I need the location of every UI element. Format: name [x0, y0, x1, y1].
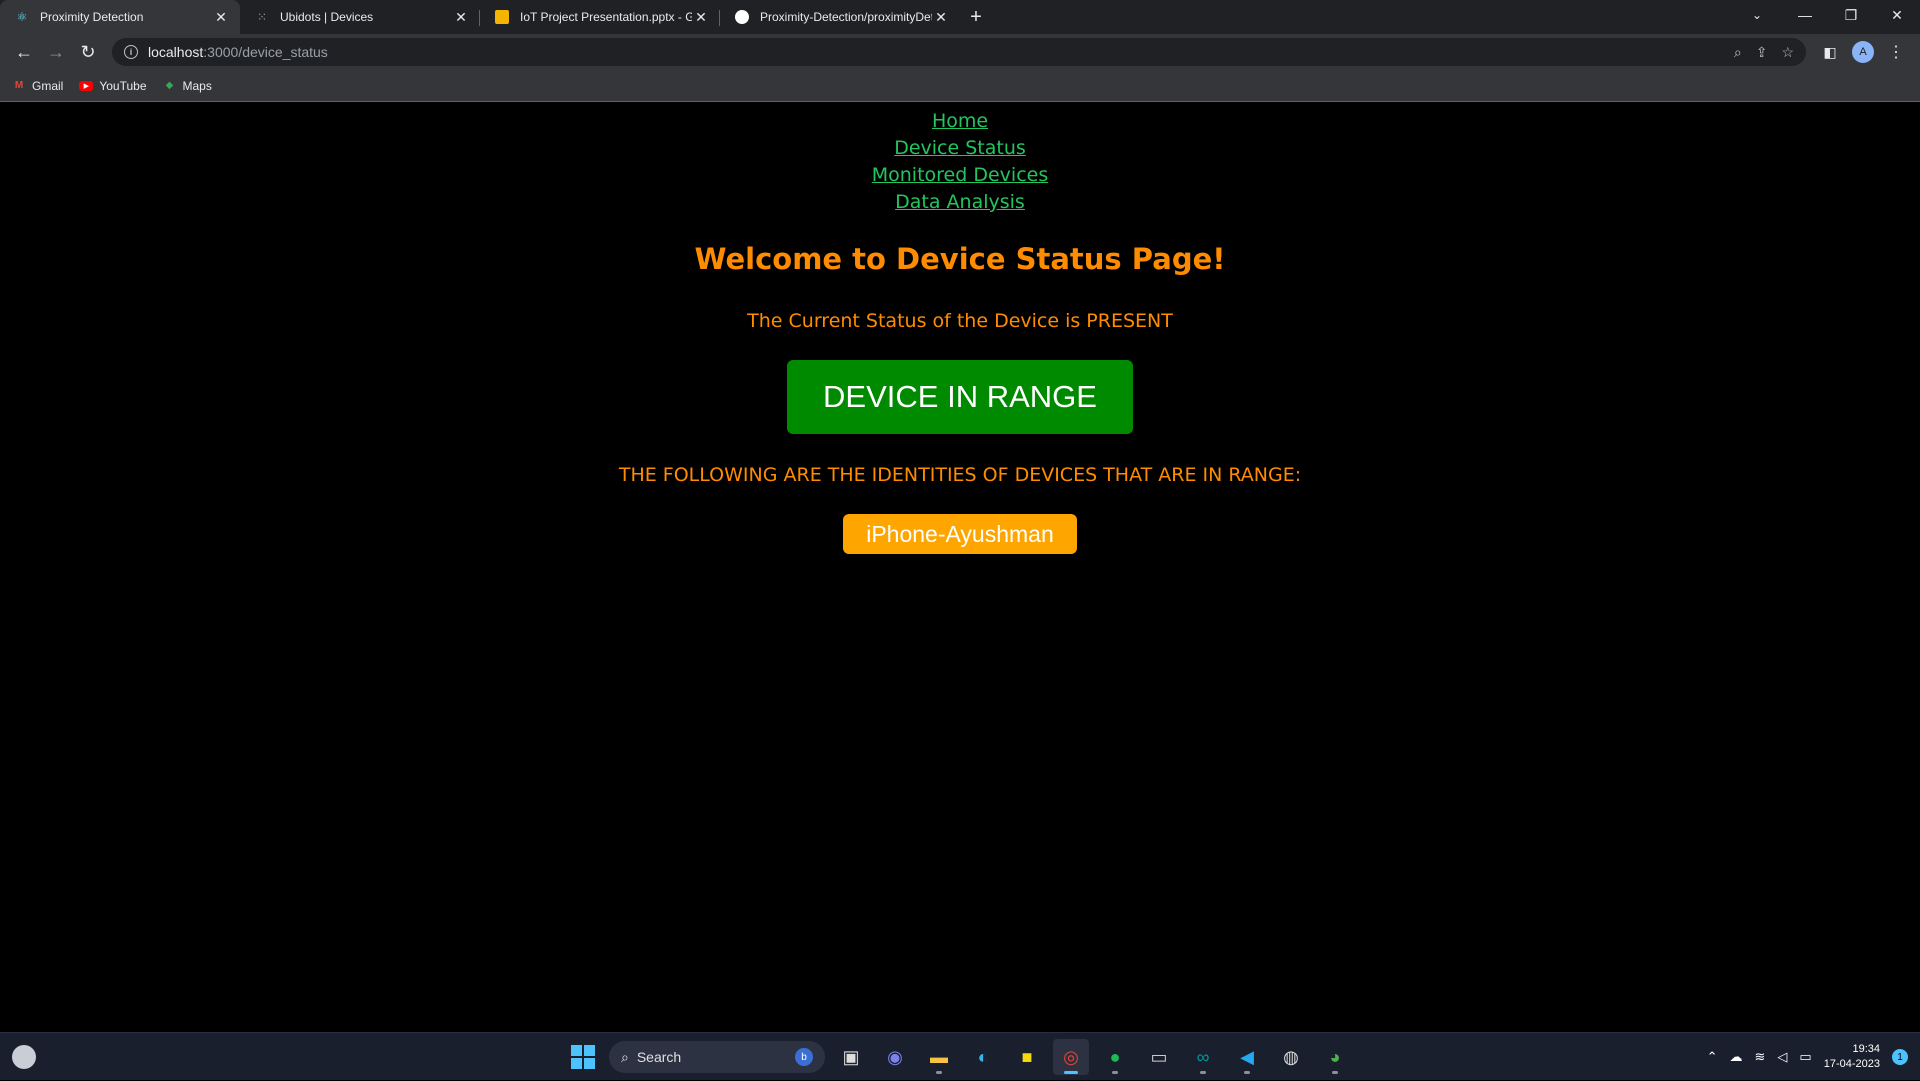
nav-link-device-status[interactable]: Device Status [894, 135, 1026, 162]
bookmarks-bar: M Gmail ▶ YouTube ◆ Maps [0, 70, 1920, 102]
device-chip[interactable]: iPhone-Ayushman [843, 514, 1077, 554]
weather-icon[interactable] [12, 1045, 36, 1069]
tab-presentation[interactable]: IoT Project Presentation.pptx - Google S… [480, 0, 720, 34]
device-in-range-button[interactable]: DEVICE IN RANGE [787, 360, 1133, 434]
site-info-icon[interactable]: i [124, 45, 138, 59]
url-host: localhost [148, 44, 203, 60]
profile-avatar[interactable]: A [1852, 41, 1874, 63]
browser-toolbar: ← → ↻ i localhost:3000/device_status ⌕ ⇪… [0, 34, 1920, 70]
tab-title: IoT Project Presentation.pptx - Google S… [520, 10, 692, 24]
bookmark-star-icon[interactable]: ☆ [1781, 44, 1794, 61]
search-label: Search [637, 1049, 681, 1065]
react-icon: ⚛ [14, 9, 30, 25]
back-button[interactable]: ← [8, 36, 40, 68]
nav-link-home[interactable]: Home [932, 108, 988, 135]
bookmark-maps[interactable]: ◆ Maps [163, 79, 212, 93]
clock-time: 19:34 [1824, 1042, 1880, 1057]
minimize-button[interactable]: — [1782, 0, 1828, 30]
file-explorer-icon[interactable]: ▬ [921, 1039, 957, 1075]
close-icon[interactable]: ✕ [932, 8, 950, 26]
close-icon[interactable]: ✕ [692, 8, 710, 26]
clock[interactable]: 19:34 17-04-2023 [1824, 1042, 1880, 1072]
obs-icon[interactable]: ◍ [1273, 1039, 1309, 1075]
tab-title: Proximity-Detection/proximityDetection [760, 10, 932, 24]
wifi-icon[interactable]: ≋ [1755, 1049, 1766, 1065]
terminal-icon[interactable]: ▭ [1141, 1039, 1177, 1075]
zoom-icon[interactable]: ⌕ [1734, 44, 1742, 61]
tab-title: Proximity Detection [40, 10, 212, 24]
volume-icon[interactable]: ◁ [1777, 1049, 1787, 1065]
vscode-icon[interactable]: ◀ [1229, 1039, 1265, 1075]
tab-strip: ⚛ Proximity Detection ✕ ⁙ Ubidots | Devi… [0, 0, 1920, 34]
close-window-button[interactable]: ✕ [1874, 0, 1920, 30]
onedrive-icon[interactable]: ☁ [1730, 1049, 1743, 1065]
bookmark-label: YouTube [99, 79, 146, 93]
bing-icon: b [795, 1048, 813, 1066]
nav-link-data-analysis[interactable]: Data Analysis [895, 189, 1025, 216]
share-icon[interactable]: ⇪ [1756, 44, 1768, 61]
window-controls: — ❐ ✕ [1782, 0, 1920, 34]
tab-proximity-detection[interactable]: ⚛ Proximity Detection ✕ [0, 0, 240, 34]
identities-heading: THE FOLLOWING ARE THE IDENTITIES OF DEVI… [0, 464, 1920, 486]
forward-button[interactable]: → [40, 36, 72, 68]
bookmark-label: Gmail [32, 79, 63, 93]
globe-app-icon[interactable]: ◕ [1317, 1039, 1353, 1075]
bookmark-youtube[interactable]: ▶ YouTube [79, 79, 146, 93]
nav-link-monitored-devices[interactable]: Monitored Devices [872, 162, 1048, 189]
arduino-icon[interactable]: ∞ [1185, 1039, 1221, 1075]
clock-date: 17-04-2023 [1824, 1057, 1880, 1072]
page-content: Home Device Status Monitored Devices Dat… [0, 102, 1920, 1051]
notification-badge[interactable]: 1 [1892, 1049, 1908, 1065]
maps-icon: ◆ [163, 80, 177, 92]
sticky-notes-icon[interactable]: ■ [1009, 1039, 1045, 1075]
url-path: :3000/device_status [203, 44, 328, 60]
page-nav: Home Device Status Monitored Devices Dat… [0, 108, 1920, 216]
tab-ubidots[interactable]: ⁙ Ubidots | Devices ✕ [240, 0, 480, 34]
taskbar: ⌕ Search b ▣ ◉ ▬ ◐ ■ ◎ ● ▭ ∞ ◀ ◍ ◕ ⌃ ☁ ≋… [0, 1032, 1920, 1080]
chevron-up-icon[interactable]: ⌃ [1707, 1049, 1718, 1065]
edge-icon[interactable]: ◐ [965, 1039, 1001, 1075]
close-icon[interactable]: ✕ [212, 8, 230, 26]
ubidots-icon: ⁙ [254, 9, 270, 25]
page-title: Welcome to Device Status Page! [0, 242, 1920, 276]
spotify-icon[interactable]: ● [1097, 1039, 1133, 1075]
github-icon [734, 9, 750, 25]
system-tray: ⌃ ☁ ≋ ◁ ▭ 19:34 17-04-2023 1 [1707, 1033, 1920, 1081]
bookmark-label: Maps [183, 79, 212, 93]
bookmark-gmail[interactable]: M Gmail [12, 79, 63, 93]
tab-github[interactable]: Proximity-Detection/proximityDetection ✕ [720, 0, 960, 34]
reload-button[interactable]: ↻ [72, 36, 104, 68]
restore-button[interactable]: ❐ [1828, 0, 1874, 30]
start-button[interactable] [565, 1039, 601, 1075]
gmail-icon: M [12, 80, 26, 92]
chat-icon[interactable]: ◉ [877, 1039, 913, 1075]
new-tab-button[interactable]: + [960, 0, 992, 34]
menu-icon[interactable]: ⋮ [1880, 36, 1912, 68]
tab-search-dropdown-icon[interactable]: ⌄ [1742, 0, 1772, 30]
search-icon: ⌕ [621, 1049, 629, 1066]
chrome-icon[interactable]: ◎ [1053, 1039, 1089, 1075]
tab-title: Ubidots | Devices [280, 10, 452, 24]
address-bar[interactable]: i localhost:3000/device_status ⌕ ⇪ ☆ [112, 38, 1806, 66]
youtube-icon: ▶ [79, 80, 93, 92]
battery-icon[interactable]: ▭ [1799, 1049, 1811, 1065]
task-view-icon[interactable]: ▣ [833, 1039, 869, 1075]
taskbar-search[interactable]: ⌕ Search b [609, 1041, 825, 1073]
slides-icon [494, 9, 510, 25]
side-panel-icon[interactable]: ◧ [1814, 36, 1846, 68]
close-icon[interactable]: ✕ [452, 8, 470, 26]
status-text: The Current Status of the Device is PRES… [0, 310, 1920, 332]
